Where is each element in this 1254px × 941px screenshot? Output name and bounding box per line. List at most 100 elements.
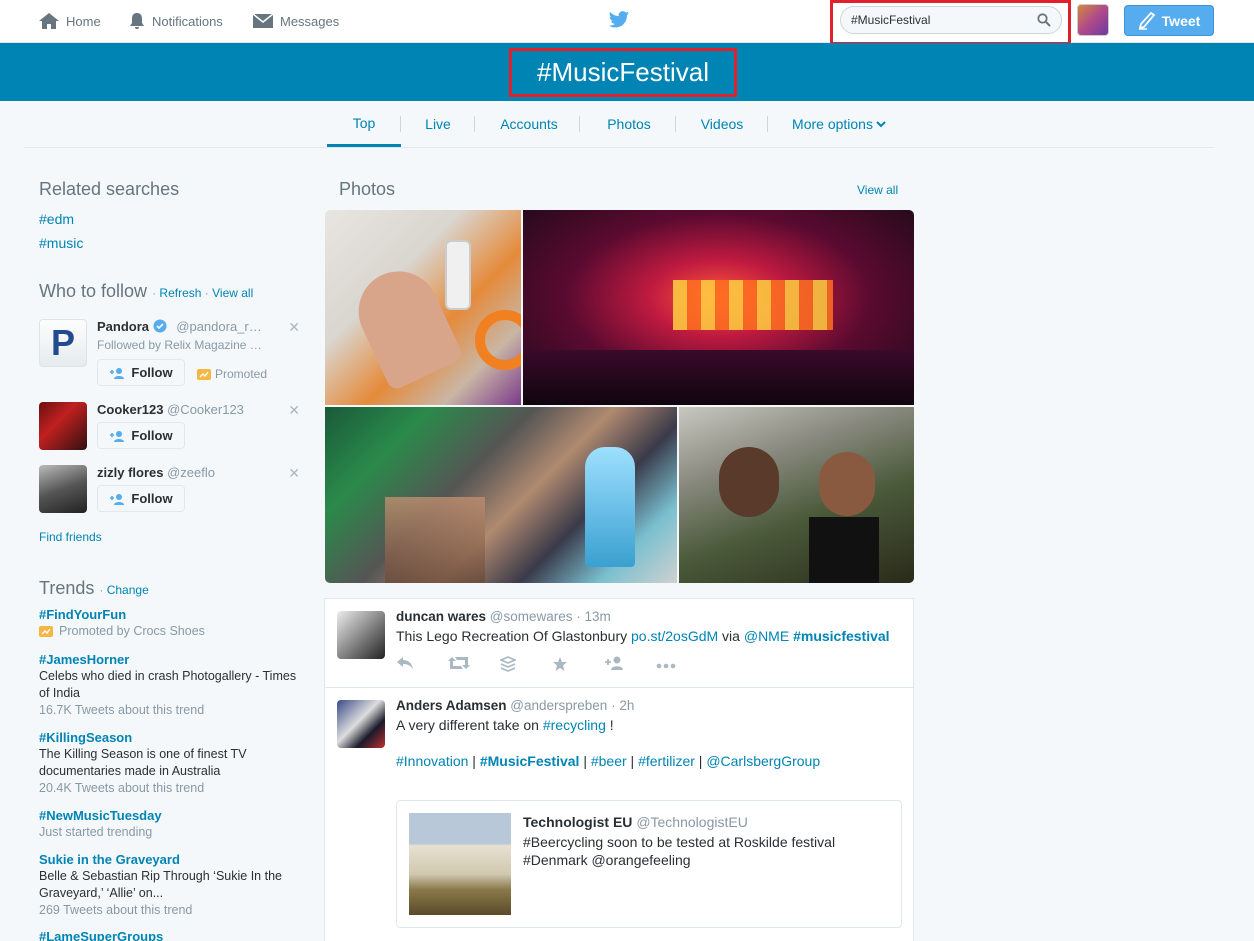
who-to-follow-heading: Who to follow · Refresh · View all <box>39 281 254 301</box>
pandora-avatar[interactable]: P <box>39 319 87 367</box>
trend-tag[interactable]: #LameSuperGroups <box>39 928 304 941</box>
quoted-author-name[interactable]: Technologist EU <box>523 814 632 830</box>
tab-videos[interactable]: Videos <box>692 101 752 147</box>
bell-icon <box>130 13 144 29</box>
view-all-photos-link[interactable]: View all <box>857 183 898 197</box>
favorite-star-icon[interactable] <box>552 656 604 675</box>
follow-button[interactable]: Follow <box>97 359 185 386</box>
view-all-suggestions-link[interactable]: View all <box>212 286 253 300</box>
trend-item[interactable]: #NewMusicTuesday Just started trending <box>39 807 304 841</box>
trend-item[interactable]: #FindYourFun Promoted by Crocs Shoes <box>39 606 304 640</box>
trend-item[interactable]: #LameSuperGroups <box>39 928 304 941</box>
add-user-icon <box>110 430 125 442</box>
photo-two-men[interactable] <box>679 407 914 583</box>
stack-icon[interactable] <box>498 656 552 675</box>
nav-home-label: Home <box>66 13 101 29</box>
zizly-flores-avatar[interactable] <box>39 465 87 513</box>
tweet-author-handle[interactable]: @anderspreben <box>510 698 607 713</box>
follow-suggestion: P Pandora @pandora_r… ✕ Followed by Reli… <box>39 319 304 389</box>
tweet-author-handle[interactable]: @somewares <box>490 609 573 624</box>
trend-tag[interactable]: #JamesHorner <box>39 651 304 668</box>
trends-title: Trends <box>39 578 95 598</box>
suggestion-name-row: zizly flores @zeeflo <box>97 465 215 480</box>
cooker123-avatar[interactable] <box>39 402 87 450</box>
photo-crowd <box>523 350 914 405</box>
user-avatar[interactable] <box>1077 4 1109 36</box>
tweet-hashtag[interactable]: #beer <box>591 753 627 769</box>
tweet-text-part: A very different take on <box>396 717 543 733</box>
retweet-icon[interactable] <box>448 656 500 675</box>
photo-face-left <box>719 447 779 517</box>
tweet-hashtag[interactable]: #recycling <box>543 717 606 733</box>
related-search-link[interactable]: #music <box>39 235 83 251</box>
trend-item[interactable]: #JamesHorner Celebs who died in crash Ph… <box>39 651 304 719</box>
quoted-tweet-card[interactable]: Technologist EU @TechnologistEU #Beercyc… <box>396 800 902 928</box>
nav-notifications-label: Notifications <box>152 13 223 29</box>
tweet-link[interactable]: po.st/2osGdM <box>631 628 718 644</box>
trend-tag[interactable]: #FindYourFun <box>39 606 304 623</box>
dismiss-icon[interactable]: ✕ <box>288 402 300 419</box>
refresh-link[interactable]: Refresh <box>159 286 201 300</box>
tweet-hashtag[interactable]: #Innovation <box>396 753 468 769</box>
tab-divider <box>675 116 676 132</box>
tweet-button[interactable]: Tweet <box>1124 5 1214 36</box>
tab-accounts[interactable]: Accounts <box>492 101 566 147</box>
nav-home[interactable]: Home <box>38 0 101 42</box>
quoted-author-handle[interactable]: @TechnologistEU <box>636 814 748 830</box>
tab-top[interactable]: Top <box>327 101 401 147</box>
nav-notifications[interactable]: Notifications <box>128 0 223 42</box>
tweet-mention[interactable]: @NME <box>744 628 789 644</box>
trend-tag[interactable]: #NewMusicTuesday <box>39 807 304 824</box>
photo-concert-stage[interactable] <box>523 210 914 405</box>
follow-button[interactable]: Follow <box>97 485 185 512</box>
tab-more-options[interactable]: More options <box>784 101 894 147</box>
photo-collage[interactable] <box>325 407 677 583</box>
change-trends-link[interactable]: Change <box>107 583 149 597</box>
tweet-timestamp[interactable]: · 2h <box>611 698 634 713</box>
follow-button-label: Follow <box>131 491 173 506</box>
follow-button-label: Follow <box>131 365 173 380</box>
suggestion-name[interactable]: Pandora <box>97 319 149 334</box>
follow-button[interactable]: Follow <box>97 422 185 449</box>
tweet-author-avatar[interactable] <box>337 700 385 748</box>
tweet-timestamp[interactable]: · 13m <box>576 609 611 624</box>
trend-description: Celebs who died in crash Photogallery - … <box>39 669 297 700</box>
followed-by-account[interactable]: Relix Magazine … <box>164 338 261 352</box>
tweet-author-avatar[interactable] <box>337 611 385 659</box>
tweet-text: A very different take on #recycling ! <box>396 717 614 733</box>
photo-nail-polish[interactable] <box>325 210 521 405</box>
quoted-tweet-image[interactable] <box>409 813 511 915</box>
tweet-mention[interactable]: @CarlsbergGroup <box>706 753 820 769</box>
trend-item[interactable]: Sukie in the Graveyard Belle & Sebastian… <box>39 851 304 919</box>
nav-messages[interactable]: Messages <box>252 0 339 42</box>
suggestion-name[interactable]: zizly flores <box>97 465 163 480</box>
tweet-author-name[interactable]: duncan wares <box>396 609 486 624</box>
envelope-icon <box>252 13 274 28</box>
trend-tag[interactable]: Sukie in the Graveyard <box>39 851 304 868</box>
trend-item[interactable]: #KillingSeason The Killing Season is one… <box>39 729 304 797</box>
twitter-bird-logo-icon[interactable] <box>608 10 630 30</box>
tweet-hashtag[interactable]: #fertilizer <box>638 753 695 769</box>
more-options-dots-icon[interactable] <box>656 656 708 675</box>
tweet-author-name[interactable]: Anders Adamsen <box>396 698 507 713</box>
tweet-hashtag[interactable]: #MusicFestival <box>480 753 580 769</box>
reply-icon[interactable] <box>396 656 448 675</box>
related-searches-heading: Related searches <box>39 179 180 199</box>
dismiss-icon[interactable]: ✕ <box>288 465 300 482</box>
trend-tag[interactable]: #KillingSeason <box>39 729 304 746</box>
find-friends-link[interactable]: Find friends <box>39 530 102 544</box>
tab-photos[interactable]: Photos <box>599 101 659 147</box>
suggestion-name[interactable]: Cooker123 <box>97 402 163 417</box>
search-tabs: Top Live Accounts Photos Videos More opt… <box>24 101 1214 148</box>
photo-bottle-shape <box>445 240 471 310</box>
related-search-link[interactable]: #edm <box>39 211 74 227</box>
trend-meta: 20.4K Tweets about this trend <box>39 781 205 795</box>
dismiss-icon[interactable]: ✕ <box>288 319 300 336</box>
trend-meta: Just started trending <box>39 825 153 839</box>
suggestion-handle: @Cooker123 <box>167 402 244 417</box>
follow-user-icon[interactable] <box>604 656 656 675</box>
tab-live[interactable]: Live <box>414 101 462 147</box>
tab-divider <box>400 116 401 132</box>
tweet-hashtag[interactable]: #musicfestival <box>793 628 890 644</box>
nav-messages-label: Messages <box>280 13 340 29</box>
